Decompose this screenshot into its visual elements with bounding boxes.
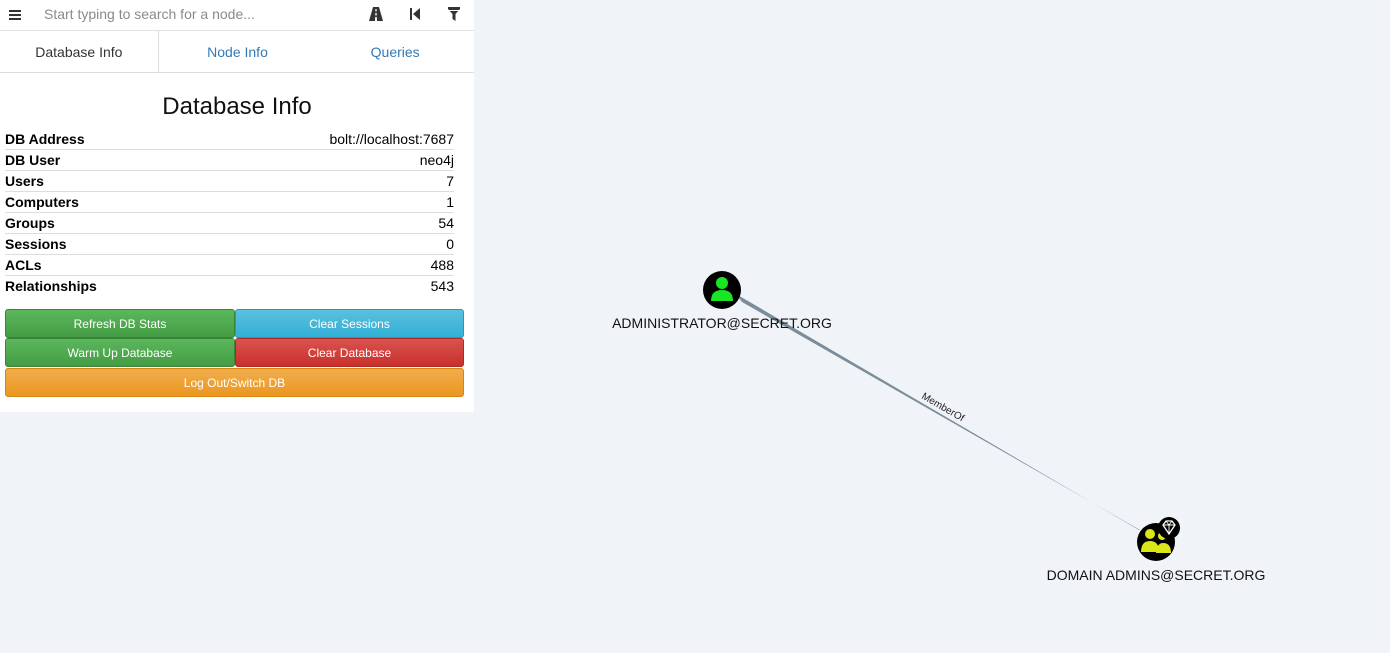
search-input[interactable]	[38, 2, 350, 26]
road-icon[interactable]	[363, 2, 389, 26]
table-row: DB User neo4j	[5, 150, 454, 171]
node-label-domain-admins: DOMAIN ADMINS@SECRET.ORG	[1047, 567, 1266, 583]
tab-node-info[interactable]: Node Info	[158, 31, 317, 72]
row-value: bolt://localhost:7687	[329, 131, 454, 147]
hamburger-icon[interactable]	[0, 0, 30, 30]
filter-icon[interactable]	[441, 2, 467, 26]
database-info-section: Database Info DB Address bolt://localhost…	[0, 93, 474, 296]
table-row: Computers 1	[5, 192, 454, 213]
refresh-db-stats-button[interactable]: Refresh DB Stats	[5, 309, 235, 338]
row-value: 543	[430, 278, 454, 294]
row-key: Users	[5, 173, 44, 189]
row-key: Relationships	[5, 278, 97, 294]
row-value: 0	[446, 236, 454, 252]
row-key: Sessions	[5, 236, 67, 252]
row-key: Computers	[5, 194, 79, 210]
page-title: Database Info	[162, 93, 312, 120]
table-row: Relationships 543	[5, 276, 454, 296]
logout-switch-db-button[interactable]: Log Out/Switch DB	[5, 368, 464, 397]
tab-database-info[interactable]: Database Info	[0, 31, 159, 72]
row-value: 1	[446, 194, 454, 210]
table-row: Users 7	[5, 171, 454, 192]
db-info-table: DB Address bolt://localhost:7687 DB User n…	[5, 129, 454, 296]
table-row: DB Address bolt://localhost:7687	[5, 129, 454, 150]
node-administrator[interactable]: ADMINISTRATOR@SECRET.ORG	[612, 271, 832, 331]
row-value: 488	[430, 257, 454, 273]
side-panel: Database Info Node Info Queries Database…	[0, 0, 475, 412]
step-backward-icon[interactable]	[402, 2, 428, 26]
node-domain-admins[interactable]: DOMAIN ADMINS@SECRET.ORG	[1047, 517, 1266, 583]
row-value: 7	[446, 173, 454, 189]
tab-bar: Database Info Node Info Queries	[0, 31, 475, 73]
table-row: Groups 54	[5, 213, 454, 234]
row-key: DB Address	[5, 131, 85, 147]
clear-database-button[interactable]: Clear Database	[235, 338, 464, 367]
row-key: ACLs	[5, 257, 42, 273]
row-key: DB User	[5, 152, 61, 168]
clear-sessions-button[interactable]: Clear Sessions	[235, 309, 464, 338]
node-label-administrator: ADMINISTRATOR@SECRET.ORG	[612, 315, 832, 331]
warm-up-database-button[interactable]: Warm Up Database	[5, 338, 235, 367]
edge-label-memberof: MemberOf	[920, 391, 967, 424]
high-value-diamond-icon	[1158, 517, 1180, 539]
search-bar	[0, 0, 474, 31]
tab-queries[interactable]: Queries	[316, 31, 475, 72]
row-value: 54	[438, 215, 454, 231]
row-key: Groups	[5, 215, 55, 231]
row-value: neo4j	[419, 152, 454, 168]
table-row: ACLs 488	[5, 255, 454, 276]
table-row: Sessions 0	[5, 234, 454, 255]
